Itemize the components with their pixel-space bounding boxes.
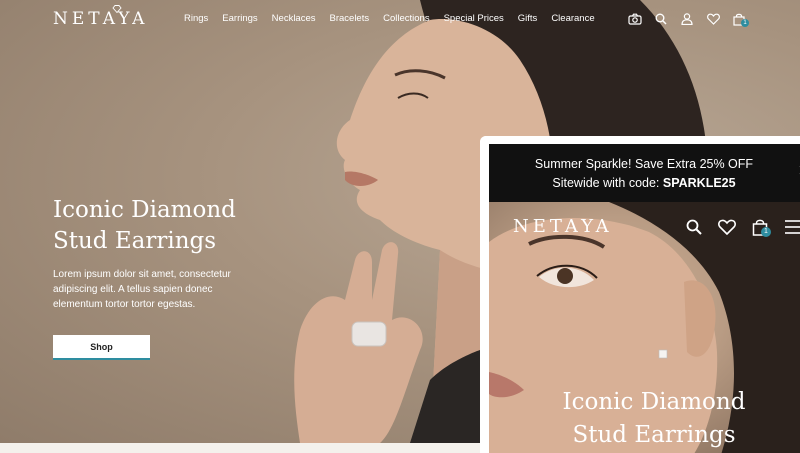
camera-search-icon — [628, 13, 642, 25]
cart-button[interactable]: 1 — [726, 10, 752, 28]
user-icon — [681, 13, 693, 25]
menu-icon — [784, 220, 800, 234]
header-icons: 1 — [622, 10, 752, 28]
mobile-header-icons: 1 — [677, 216, 800, 238]
account-button[interactable] — [674, 10, 700, 28]
nav-rings[interactable]: Rings — [184, 13, 208, 24]
search-icon — [686, 219, 702, 235]
nav-necklaces[interactable]: Necklaces — [272, 13, 316, 24]
nav-special-prices[interactable]: Special Prices — [444, 13, 504, 24]
diamond-logo-icon — [112, 5, 122, 13]
mobile-hero: NETAYA 1 Iconic Diamond Stud Earrings — [489, 202, 800, 453]
top-navigation: NETAYA Rings Earrings Necklaces Bracelet… — [0, 0, 800, 38]
hero-title: Iconic Diamond Stud Earrings — [53, 195, 313, 257]
cart-count-badge: 1 — [741, 19, 749, 27]
promo-line2: Sitewide with code: SPARKLE25 — [489, 174, 799, 193]
mobile-title-line2: Stud Earrings — [572, 422, 736, 448]
hero-description: Lorem ipsum dolor sit amet, consectetur … — [53, 269, 231, 310]
search-button[interactable] — [648, 10, 674, 28]
promo-line1: Summer Sparkle! Save Extra 25% OFF — [534, 157, 754, 171]
nav-earrings[interactable]: Earrings — [222, 13, 257, 24]
brand-logo[interactable]: NETAYA — [53, 9, 148, 29]
promo-code: SPARKLE25 — [662, 176, 736, 190]
heart-icon — [706, 13, 720, 25]
main-menu: Rings Earrings Necklaces Bracelets Colle… — [184, 13, 609, 24]
heart-icon — [717, 219, 736, 235]
nav-clearance[interactable]: Clearance — [551, 13, 594, 24]
mobile-cart-count-badge: 1 — [761, 227, 771, 237]
wishlist-button[interactable] — [700, 10, 726, 28]
mobile-menu-button[interactable] — [776, 216, 800, 238]
mobile-preview: Summer Sparkle! Save Extra 25% OFF Sitew… — [480, 136, 800, 453]
mobile-search-button[interactable] — [677, 216, 710, 238]
nav-collections[interactable]: Collections — [383, 13, 429, 24]
mobile-hero-title: Iconic Diamond Stud Earrings — [529, 386, 779, 452]
hero-title-line1: Iconic Diamond — [53, 197, 236, 223]
nav-bracelets[interactable]: Bracelets — [330, 13, 370, 24]
mobile-wishlist-button[interactable] — [710, 216, 743, 238]
promo-line2-prefix: Sitewide with code: — [552, 176, 663, 190]
camera-search-button[interactable] — [622, 10, 648, 28]
mobile-brand-logo[interactable]: NETAYA — [513, 216, 613, 237]
hero-text: Iconic Diamond Stud Earrings Lorem ipsum… — [53, 195, 313, 312]
promo-banner: Summer Sparkle! Save Extra 25% OFF Sitew… — [489, 144, 800, 202]
mobile-cart-button[interactable]: 1 — [743, 216, 776, 238]
search-icon — [655, 13, 667, 25]
nav-gifts[interactable]: Gifts — [518, 13, 538, 24]
mobile-title-line1: Iconic Diamond — [562, 389, 746, 415]
hero-title-line2: Stud Earrings — [53, 228, 217, 254]
shop-button[interactable]: Shop — [53, 335, 150, 360]
